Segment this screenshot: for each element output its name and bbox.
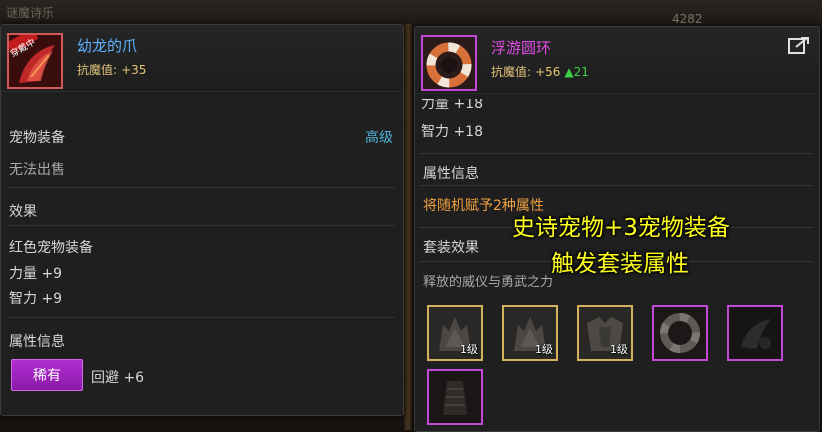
stat-value: +9 — [41, 266, 63, 282]
evasion-stat: 回避 +6 — [91, 367, 144, 387]
set-effect-title: 套装效果 — [423, 240, 479, 256]
background-scene-divider — [404, 24, 412, 430]
stat-value: +18 — [453, 124, 483, 140]
attribute-title: 属性信息 — [423, 166, 479, 182]
stat-value: +6 — [123, 370, 145, 386]
set-slot[interactable]: 1级 — [502, 305, 558, 361]
dark-gauntlet-icon — [429, 371, 481, 423]
stat-intelligence: 智力 +9 — [9, 288, 62, 308]
divider — [7, 317, 395, 318]
right-magic-resist: 抗魔值: +56 ▲21 — [491, 65, 589, 79]
stat-label: 力量 — [9, 266, 37, 282]
overlay-caption-line2: 触发套装属性 — [551, 251, 689, 277]
set-slot[interactable] — [427, 369, 483, 425]
set-slot[interactable]: 1级 — [427, 305, 483, 361]
magic-resist-label: 抗魔值 — [491, 65, 528, 79]
game-window-title: 谜魔诗乐 — [6, 6, 55, 20]
effect-type: 红色宠物装备 — [9, 240, 93, 256]
stat-value: +9 — [41, 291, 63, 307]
stat-value: +18 — [453, 96, 483, 112]
stat-label: 力量 — [421, 96, 449, 112]
slot-level: 1级 — [610, 343, 628, 356]
dark-claw-icon — [729, 307, 781, 359]
stat-intelligence: 智力 +18 — [421, 121, 483, 141]
attribute-title: 属性信息 — [9, 334, 65, 350]
overlay-caption-line1: 史诗宠物+3宠物装备 — [512, 215, 730, 241]
set-name: 释放的威仪与勇武之力 — [423, 275, 554, 290]
magic-resist-value: +35 — [121, 63, 147, 77]
left-item-tooltip: 穿戴中 幼龙的爪 抗魔值: +35 宠物装备 高级 无法出售 效果 红色宠物装备 … — [0, 24, 404, 416]
untradeable-note: 无法出售 — [9, 162, 65, 178]
stat-strength: 力量 +9 — [9, 263, 62, 283]
dragon-claw-icon[interactable]: 穿戴中 — [7, 33, 63, 89]
share-icon[interactable] — [788, 35, 810, 55]
left-item-name: 幼龙的爪 — [77, 37, 138, 55]
rarity-badge[interactable]: 稀有 — [11, 359, 83, 391]
right-tooltip-header: 浮游圆环 抗魔值: +56 ▲21 — [415, 27, 819, 94]
slot-level: 1级 — [460, 343, 478, 356]
magic-resist-increase: ▲21 — [564, 65, 589, 79]
divider — [419, 153, 813, 154]
stat-label: 回避 — [91, 370, 119, 386]
set-slot[interactable] — [652, 305, 708, 361]
set-slot[interactable]: 1级 — [577, 305, 633, 361]
stat-label: 智力 — [421, 124, 449, 140]
left-tooltip-header: 穿戴中 幼龙的爪 抗魔值: +35 — [1, 25, 403, 92]
item-grade: 高级 — [365, 130, 393, 146]
set-slot[interactable] — [727, 305, 783, 361]
magic-resist-value: +56 — [535, 65, 561, 79]
effect-title: 效果 — [9, 204, 37, 220]
partial-stat-strength: 力量 +18 — [421, 96, 483, 113]
lifebuoy-ring-icon — [654, 307, 706, 359]
divider — [419, 185, 813, 186]
item-category: 宠物装备 — [9, 130, 65, 146]
divider — [7, 187, 395, 188]
slot-level: 1级 — [535, 343, 553, 356]
right-item-name: 浮游圆环 — [491, 39, 552, 57]
left-magic-resist: 抗魔值: +35 — [77, 63, 147, 77]
game-currency-readout: 4282 — [672, 12, 703, 26]
lifebuoy-ring-icon[interactable] — [421, 35, 477, 91]
stat-label: 智力 — [9, 291, 37, 307]
divider — [7, 225, 395, 226]
magic-resist-label: 抗魔值 — [77, 63, 114, 77]
